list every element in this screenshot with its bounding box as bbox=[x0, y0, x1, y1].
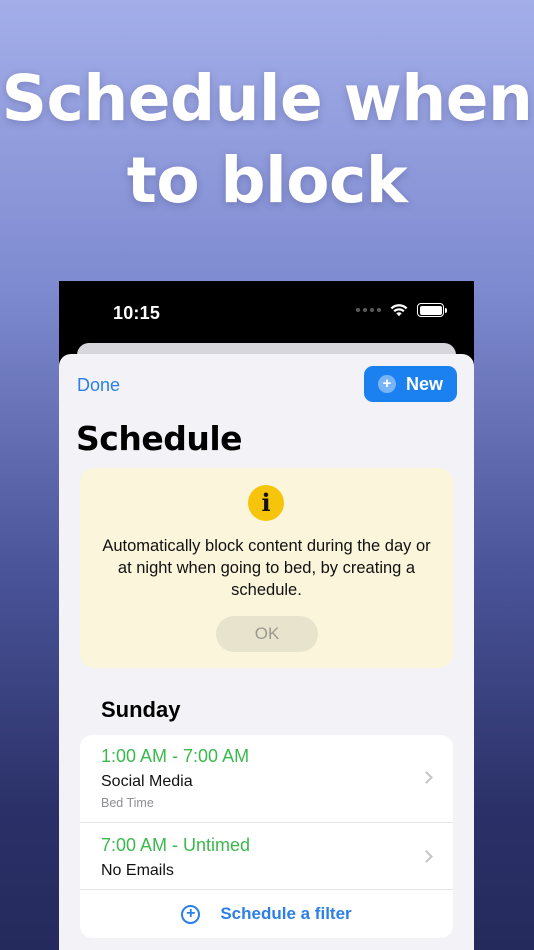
schedule-list: 1:00 AM - 7:00 AM Social Media Bed Time … bbox=[80, 735, 453, 938]
status-time: 10:15 bbox=[113, 303, 161, 323]
add-circle-icon: + bbox=[181, 904, 201, 924]
chevron-right-icon bbox=[420, 850, 433, 863]
headline-line-2: to block bbox=[126, 144, 408, 217]
signal-icon bbox=[356, 308, 381, 312]
item-time: 7:00 AM - Untimed bbox=[101, 835, 251, 855]
info-card: i Automatically block content during the… bbox=[80, 468, 453, 668]
done-button[interactable]: Done bbox=[77, 375, 120, 396]
schedule-filter-button[interactable]: + Schedule a filter bbox=[80, 889, 453, 938]
item-name: No Emails bbox=[101, 862, 174, 879]
phone-screen: 10:15 Done + New Schedule i Automaticall… bbox=[59, 281, 474, 950]
info-message: Automatically block content during the d… bbox=[102, 537, 431, 599]
battery-icon bbox=[417, 303, 447, 317]
wifi-icon bbox=[390, 304, 408, 317]
item-time: 1:00 AM - 7:00 AM bbox=[101, 746, 250, 766]
day-header: Sunday bbox=[101, 697, 181, 722]
chevron-right-icon bbox=[420, 771, 433, 784]
list-item[interactable]: 1:00 AM - 7:00 AM Social Media Bed Time bbox=[80, 735, 453, 822]
new-button-label: New bbox=[405, 373, 443, 394]
list-item[interactable]: 7:00 AM - Untimed No Emails bbox=[80, 822, 453, 889]
new-button[interactable]: + New bbox=[364, 366, 457, 402]
info-icon: i bbox=[248, 485, 284, 521]
status-icons bbox=[356, 303, 447, 317]
item-subtitle: Bed Time bbox=[101, 796, 154, 810]
promo-headline: Schedule when to block bbox=[0, 58, 534, 222]
ok-button[interactable]: OK bbox=[216, 616, 318, 652]
page-title: Schedule bbox=[76, 419, 243, 458]
headline-line-1: Schedule when bbox=[1, 62, 533, 135]
schedule-filter-label: Schedule a filter bbox=[220, 904, 352, 923]
item-name: Social Media bbox=[101, 773, 193, 790]
schedule-sheet: Done + New Schedule i Automatically bloc… bbox=[59, 354, 474, 950]
plus-icon: + bbox=[377, 375, 396, 393]
